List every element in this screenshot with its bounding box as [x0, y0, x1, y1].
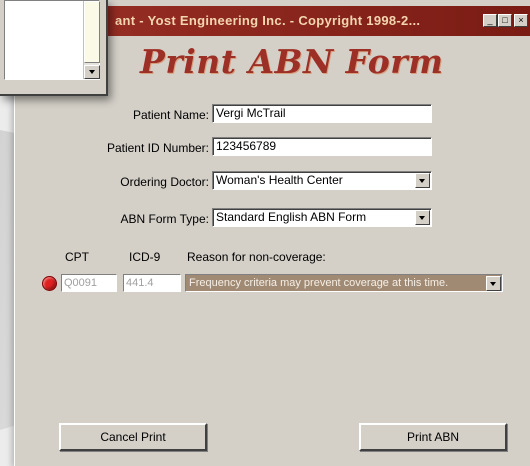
abn-form-type-value: Standard English ABN Form	[216, 210, 367, 224]
minimize-button[interactable]: _	[483, 14, 497, 27]
red-dot-icon	[42, 276, 57, 291]
print-abn-button[interactable]: Print ABN	[359, 423, 507, 451]
cpt-header: CPT	[65, 250, 89, 264]
patient-id-label: Patient ID Number:	[106, 141, 209, 155]
scrollbar-thumb[interactable]	[84, 1, 100, 63]
chevron-down-icon[interactable]	[415, 210, 430, 225]
cpt-field[interactable]: Q0091	[61, 274, 117, 292]
abn-form-type-label: ABN Form Type:	[120, 212, 209, 226]
icd9-field[interactable]: 441.4	[123, 274, 181, 292]
form-heading: Print ABN Form	[140, 42, 444, 81]
icd9-header: ICD-9	[129, 250, 161, 264]
patient-name-label: Patient Name:	[132, 108, 209, 122]
ordering-doctor-select[interactable]: Woman's Health Center	[212, 171, 432, 190]
scroll-down-icon[interactable]	[84, 65, 100, 79]
background-window	[0, 0, 108, 96]
window-title: ant - Yost Engineering Inc. - Copyright …	[115, 13, 421, 28]
ordering-doctor-label: Ordering Doctor:	[120, 175, 209, 189]
background-list[interactable]	[4, 0, 100, 80]
scrollbar[interactable]	[83, 1, 100, 79]
patient-id-field[interactable]: 123456789	[212, 137, 432, 156]
ordering-doctor-value: Woman's Health Center	[216, 173, 343, 187]
reason-header: Reason for non-coverage:	[187, 250, 326, 264]
cancel-print-button[interactable]: Cancel Print	[59, 423, 207, 451]
chevron-down-icon[interactable]	[486, 276, 501, 291]
reason-value: Frequency criteria may prevent coverage …	[189, 277, 449, 289]
abn-form-type-select[interactable]: Standard English ABN Form	[212, 208, 432, 227]
maximize-button[interactable]: □	[498, 14, 512, 27]
reason-select[interactable]: Frequency criteria may prevent coverage …	[185, 274, 503, 292]
patient-name-field[interactable]: Vergi McTrail	[212, 104, 432, 123]
close-button[interactable]: ×	[514, 14, 528, 27]
chevron-down-icon[interactable]	[415, 173, 430, 188]
